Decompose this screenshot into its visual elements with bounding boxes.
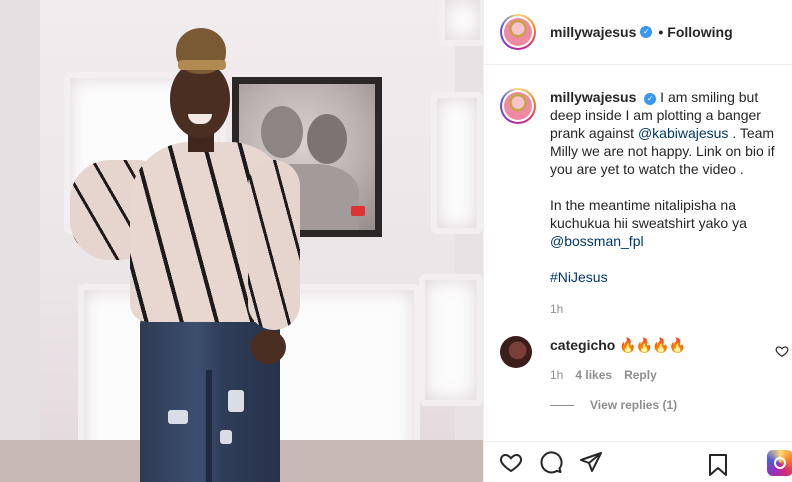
photo-wall-right: [455, 0, 483, 482]
post-side-panel: millywajesus ✓ • Following millywajesus …: [483, 0, 792, 482]
author-avatar[interactable]: [500, 14, 536, 50]
verified-badge-icon: ✓: [640, 26, 653, 38]
photo-shelf-top-far: [445, 0, 480, 40]
author-username[interactable]: millywajesus: [550, 24, 636, 40]
photo-shelf-top-right: [437, 98, 477, 228]
caption-author-avatar[interactable]: [500, 88, 536, 124]
following-button[interactable]: Following: [667, 24, 732, 40]
comment-text-line: categicho 🔥🔥🔥🔥: [550, 336, 770, 354]
view-replies-button[interactable]: View replies (1): [484, 382, 792, 412]
comment-timestamp[interactable]: 1h: [550, 368, 563, 382]
instagram-logo-icon[interactable]: [767, 450, 792, 476]
comment-like-heart-icon[interactable]: [775, 344, 789, 358]
caption-author-username[interactable]: millywajesus: [550, 89, 636, 105]
verified-badge-icon: ✓: [644, 93, 657, 105]
header-separator: •: [658, 24, 664, 40]
commenter-avatar[interactable]: [500, 336, 532, 368]
commenter-username[interactable]: categicho: [550, 337, 615, 353]
caption-mention-link[interactable]: @bossman_fpl: [550, 233, 644, 249]
photo-wall-left: [0, 0, 40, 482]
post-photo[interactable]: [0, 0, 483, 482]
comment-icon[interactable]: [538, 449, 564, 475]
post-header: millywajesus ✓ • Following: [484, 0, 792, 65]
caption-text: In the meantime nitalipisha na kuchukua …: [550, 197, 747, 231]
comment-reply-button[interactable]: Reply: [624, 368, 657, 382]
heart-icon[interactable]: [498, 449, 524, 475]
comment-text: 🔥🔥🔥🔥: [619, 337, 686, 353]
view-replies-label: View replies (1): [590, 398, 678, 412]
paper-plane-icon[interactable]: [578, 449, 604, 475]
post-action-bar: [484, 441, 792, 482]
caption-mention-link[interactable]: @kabiwajesus: [638, 125, 728, 141]
photo-person: [70, 10, 300, 482]
photo-shelf-bottom-right: [425, 280, 477, 400]
comment-meta: 1h 4 likes Reply: [550, 368, 770, 382]
post-caption: millywajesus ✓ I am smiling but deep ins…: [484, 66, 792, 318]
instagram-post: millywajesus ✓ • Following millywajesus …: [0, 0, 792, 482]
comment-body: categicho 🔥🔥🔥🔥 1h 4 likes Reply: [550, 336, 770, 382]
youtube-award-icon: [351, 206, 365, 216]
comments-scroll-area[interactable]: millywajesus ✓ I am smiling but deep ins…: [484, 66, 792, 440]
comment-likes[interactable]: 4 likes: [575, 368, 612, 382]
bookmark-icon[interactable]: [705, 452, 731, 478]
view-replies-line: [550, 404, 574, 406]
caption-timestamp[interactable]: 1h: [550, 300, 783, 318]
caption-paragraph: In the meantime nitalipisha na kuchukua …: [550, 196, 783, 250]
comment-item: categicho 🔥🔥🔥🔥 1h 4 likes Reply: [484, 318, 792, 382]
caption-hashtag-link[interactable]: #NiJesus: [550, 268, 783, 286]
caption-body: millywajesus ✓ I am smiling but deep ins…: [550, 88, 783, 318]
